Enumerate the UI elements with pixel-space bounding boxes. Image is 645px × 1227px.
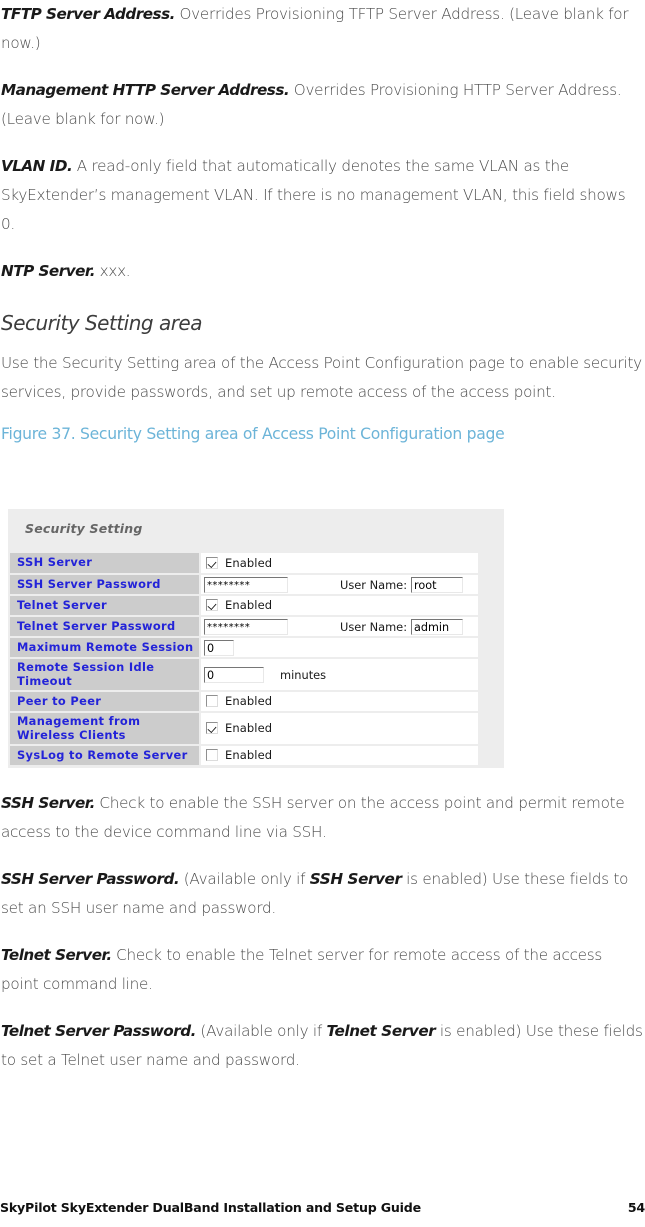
checkbox-icon[interactable] bbox=[206, 599, 218, 611]
row-label-syslog-to-remote-server: SysLog to Remote Server bbox=[10, 745, 201, 767]
management-from-wireless-clients-checkbox-group[interactable]: Enabled bbox=[203, 721, 272, 735]
checkbox-icon[interactable] bbox=[206, 722, 218, 734]
paragraph-text: Check to enable the SSH server on the ac… bbox=[1, 794, 625, 841]
telnet-password-input[interactable]: ******** bbox=[204, 618, 288, 635]
table-row: Management from Wireless Clients Enabled bbox=[10, 712, 478, 746]
footer-document-title: SkyPilot SkyExtender DualBand Installati… bbox=[0, 1200, 421, 1215]
page-title: Security Setting area bbox=[1, 311, 203, 335]
checkbox-label: Enabled bbox=[225, 721, 273, 735]
paragraph-tftp-server-address: TFTP Server Address. Overrides Provision… bbox=[1, 0, 643, 58]
remote-session-idle-timeout-input[interactable]: 0 bbox=[204, 666, 264, 683]
syslog-to-remote-server-checkbox-group[interactable]: Enabled bbox=[203, 748, 272, 762]
table-row: SysLog to Remote Server Enabled bbox=[10, 745, 478, 767]
ssh-username-input[interactable]: root bbox=[411, 576, 464, 593]
row-label-telnet-server: Telnet Server bbox=[10, 595, 201, 617]
row-value-ssh-server-password: ******** User Name: root bbox=[200, 574, 478, 596]
row-value-peer-to-peer: Enabled bbox=[200, 691, 478, 713]
security-setting-table: SSH Server Enabled SSH Server Password *… bbox=[10, 553, 478, 767]
paragraph-text-pre: (Available only if bbox=[195, 1022, 327, 1040]
bottom-prose-block: SSH Server. Check to enable the SSH serv… bbox=[0, 789, 645, 1093]
inline-term-telnet-server: Telnet Server bbox=[326, 1022, 436, 1040]
row-value-management-from-wireless-clients: Enabled bbox=[200, 712, 478, 746]
ssh-server-checkbox-group[interactable]: Enabled bbox=[203, 556, 272, 570]
paragraph-text: A read-only field that automatically den… bbox=[1, 157, 626, 233]
paragraph-text: xxx. bbox=[95, 262, 131, 280]
checkbox-label: Enabled bbox=[225, 555, 273, 570]
row-label-telnet-server-password: Telnet Server Password bbox=[10, 616, 201, 638]
paragraph-ssh-server: SSH Server. Check to enable the SSH serv… bbox=[1, 789, 643, 847]
maximum-remote-session-input[interactable]: 0 bbox=[204, 639, 234, 656]
checkbox-icon[interactable] bbox=[206, 749, 218, 761]
checkbox-label: Enabled bbox=[225, 694, 273, 708]
username-label: User Name: bbox=[340, 577, 408, 592]
footer-page-number: 54 bbox=[627, 1200, 645, 1215]
table-row: Peer to Peer Enabled bbox=[10, 691, 478, 713]
table-row: SSH Server Password ******** User Name: … bbox=[10, 574, 478, 596]
term-management-http-server-address: Management HTTP Server Address. bbox=[1, 81, 290, 99]
table-row: Remote Session Idle Timeout 0 minutes bbox=[10, 658, 478, 692]
paragraph-security-intro: Use the Security Setting area of the Acc… bbox=[1, 354, 642, 401]
ssh-password-input[interactable]: ******** bbox=[204, 576, 288, 593]
username-label: User Name: bbox=[340, 619, 408, 634]
figure-caption: Figure 37. Security Setting area of Acce… bbox=[1, 425, 505, 443]
row-label-management-from-wireless-clients: Management from Wireless Clients bbox=[10, 712, 201, 746]
term-ntp-server: NTP Server. bbox=[1, 262, 96, 280]
telnet-username-input[interactable]: admin bbox=[411, 618, 464, 635]
table-row: Maximum Remote Session 0 bbox=[10, 637, 478, 659]
row-label-ssh-server: SSH Server bbox=[10, 553, 201, 575]
page-footer: SkyPilot SkyExtender DualBand Installati… bbox=[0, 1200, 645, 1215]
paragraph-telnet-server: Telnet Server. Check to enable the Telne… bbox=[1, 941, 643, 999]
checkbox-icon[interactable] bbox=[206, 556, 218, 569]
row-label-remote-session-idle-timeout: Remote Session Idle Timeout bbox=[10, 658, 201, 692]
security-setting-screenshot: Security Setting SSH Server Enabled SSH … bbox=[8, 509, 504, 768]
row-label-ssh-server-password: SSH Server Password bbox=[10, 574, 201, 596]
row-label-peer-to-peer: Peer to Peer bbox=[10, 691, 201, 713]
checkbox-label: Enabled bbox=[225, 748, 273, 762]
table-row: Telnet Server Enabled bbox=[10, 595, 478, 617]
checkbox-icon[interactable] bbox=[206, 695, 218, 707]
inline-term-ssh-server: SSH Server bbox=[309, 870, 402, 888]
paragraph-telnet-server-password: Telnet Server Password. (Available only … bbox=[1, 1017, 643, 1075]
row-value-syslog-to-remote-server: Enabled bbox=[200, 745, 478, 767]
telnet-server-checkbox-group[interactable]: Enabled bbox=[203, 598, 272, 612]
term-ssh-server-password: SSH Server Password. bbox=[1, 870, 180, 888]
term-telnet-server: Telnet Server. bbox=[1, 946, 112, 964]
row-value-remote-session-idle-timeout: 0 minutes bbox=[200, 658, 478, 692]
table-row: SSH Server Enabled bbox=[10, 553, 478, 575]
security-setting-section: Security Setting area Use the Security S… bbox=[0, 311, 645, 443]
row-value-ssh-server: Enabled bbox=[200, 553, 478, 575]
term-telnet-server-password: Telnet Server Password. bbox=[1, 1022, 196, 1040]
paragraph-ssh-server-password: SSH Server Password. (Available only if … bbox=[1, 865, 643, 923]
peer-to-peer-checkbox-group[interactable]: Enabled bbox=[203, 694, 272, 708]
table-row: Telnet Server Password ******** User Nam… bbox=[10, 616, 478, 638]
paragraph-management-http-server-address: Management HTTP Server Address. Override… bbox=[1, 76, 643, 134]
paragraph-ntp-server: NTP Server. xxx. bbox=[1, 257, 643, 286]
term-ssh-server: SSH Server. bbox=[1, 794, 95, 812]
top-prose-block: TFTP Server Address. Overrides Provision… bbox=[0, 0, 645, 304]
term-tftp-server-address: TFTP Server Address. bbox=[1, 5, 175, 23]
checkbox-label: Enabled bbox=[225, 598, 273, 612]
document-page: TFTP Server Address. Overrides Provision… bbox=[0, 0, 645, 1227]
row-label-maximum-remote-session: Maximum Remote Session bbox=[10, 637, 201, 659]
paragraph-text-pre: (Available only if bbox=[179, 870, 310, 888]
row-value-maximum-remote-session: 0 bbox=[200, 637, 478, 659]
figure-panel-title: Security Setting bbox=[25, 521, 143, 536]
paragraph-vlan-id: VLAN ID. A read-only field that automati… bbox=[1, 152, 643, 239]
term-vlan-id: VLAN ID. bbox=[1, 157, 73, 175]
minutes-unit-label: minutes bbox=[280, 667, 327, 682]
row-value-telnet-server-password: ******** User Name: admin bbox=[200, 616, 478, 638]
row-value-telnet-server: Enabled bbox=[200, 595, 478, 617]
